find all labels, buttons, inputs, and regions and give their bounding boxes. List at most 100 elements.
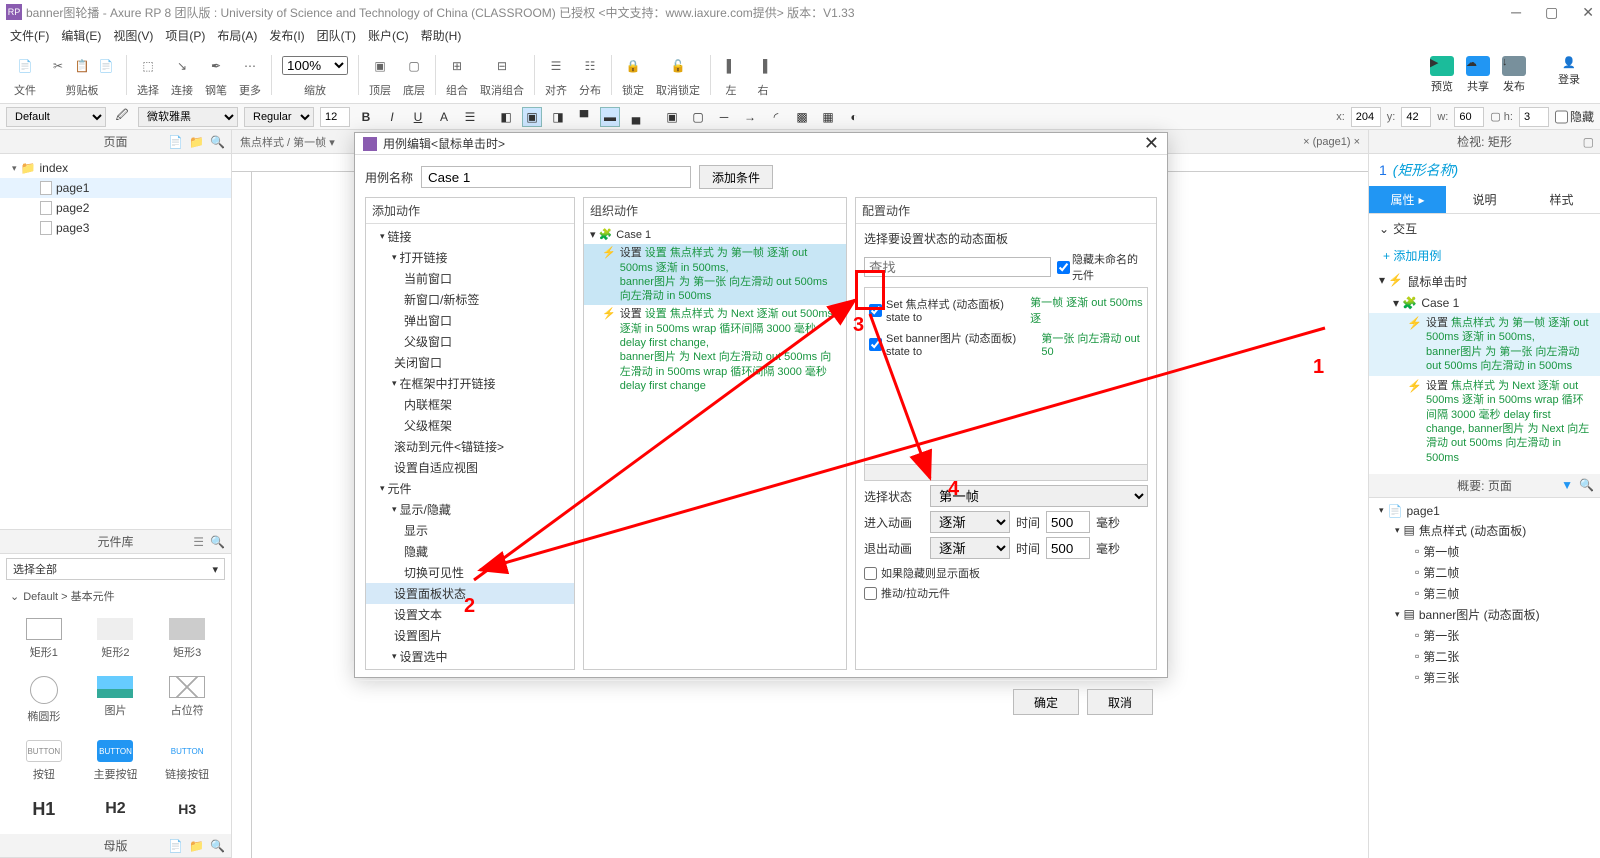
hidden-checkbox[interactable]	[1555, 107, 1568, 127]
group-icon[interactable]: ⊞	[447, 56, 467, 76]
lib-primary-button[interactable]: BUTTON主要按钮	[82, 734, 150, 788]
push-pull-checkbox[interactable]	[864, 587, 877, 600]
color-icon[interactable]: A	[434, 107, 454, 127]
outline-banner图片 (动态面板)[interactable]: ▾ ▤ banner图片 (动态面板)	[1369, 604, 1600, 625]
action-父级框架[interactable]: 父级框架	[366, 415, 574, 436]
action-在框架中打开链接[interactable]: ▾ 在框架中打开链接	[366, 373, 574, 394]
pen-icon[interactable]: ✒	[206, 56, 226, 76]
library-group[interactable]: ⌄Default > 基本元件	[0, 584, 231, 608]
action-切换可见性[interactable]: 切换可见性	[366, 562, 574, 583]
share-button[interactable]: ☁共享	[1466, 56, 1490, 94]
lib-button[interactable]: BUTTON按钮	[10, 734, 78, 788]
zoom-select[interactable]: 100%	[282, 56, 348, 75]
halign-left-icon[interactable]: ◧	[496, 107, 516, 127]
shadow1-icon[interactable]: ▩	[792, 107, 812, 127]
bold-icon[interactable]: B	[356, 107, 376, 127]
anim-in-time[interactable]	[1046, 511, 1090, 533]
select-icon[interactable]: ⬚	[138, 56, 158, 76]
paste-icon[interactable]: 📄	[96, 56, 116, 76]
inspect-collapse-icon[interactable]: ▢	[1583, 135, 1594, 149]
maximize-icon[interactable]: ▢	[1545, 4, 1558, 21]
border-icon[interactable]: ▢	[688, 107, 708, 127]
action-当前窗口[interactable]: 当前窗口	[366, 268, 574, 289]
lib-h3[interactable]: H3	[153, 792, 221, 830]
search-icon[interactable]: 🔍	[210, 135, 225, 149]
col2-action2[interactable]: ⚡设置 设置 焦点样式 为 Next 逐渐 out 500ms 逐渐 in 50…	[584, 305, 846, 395]
font-size-input[interactable]	[320, 107, 350, 127]
action-设置自适应视图[interactable]: 设置自适应视图	[366, 457, 574, 478]
minimize-icon[interactable]: ─	[1511, 4, 1521, 21]
corner-icon[interactable]: ◜	[766, 107, 786, 127]
shape-name[interactable]: 1(矩形名称)	[1369, 154, 1600, 186]
add-case-link[interactable]: + 添加用例	[1369, 243, 1600, 268]
action-设置文本[interactable]: 设置文本	[366, 604, 574, 625]
lib-image[interactable]: 图片	[82, 670, 150, 730]
outline-第二张[interactable]: ▫ 第二张	[1369, 646, 1600, 667]
lib-rect3[interactable]: 矩形3	[153, 612, 221, 666]
master-search-icon[interactable]: 🔍	[210, 839, 225, 853]
case-name-input[interactable]	[421, 166, 691, 188]
tab-style[interactable]: 样式	[1523, 186, 1600, 213]
ix-case[interactable]: ▾ 🧩Case 1	[1369, 293, 1600, 313]
weight-select[interactable]: Regular	[244, 107, 314, 127]
close-icon[interactable]: ✕	[1582, 4, 1594, 21]
bullets-icon[interactable]: ☰	[460, 107, 480, 127]
target-row-2[interactable]: Set banner图片 (动态面板) state to 第一张 向左滑动 ou…	[869, 328, 1143, 360]
front-icon[interactable]: ▣	[370, 56, 390, 76]
add-master-icon[interactable]: 📄	[168, 839, 183, 853]
tree-root[interactable]: ▾📁index	[0, 158, 231, 178]
outline-焦点样式 (动态面板)[interactable]: ▾ ▤ 焦点样式 (动态面板)	[1369, 520, 1600, 541]
outline-第三张[interactable]: ▫ 第三张	[1369, 667, 1600, 688]
menu-edit[interactable]: 编辑(E)	[57, 25, 105, 46]
copy-icon[interactable]: 📋	[72, 56, 92, 76]
ungroup-icon[interactable]: ⊟	[492, 56, 512, 76]
line-icon[interactable]: ─	[714, 107, 734, 127]
login-button[interactable]: 👤登录	[1558, 56, 1580, 94]
fill-icon[interactable]: ▣	[662, 107, 682, 127]
action-显示[interactable]: 显示	[366, 520, 574, 541]
select-state[interactable]: 第一帧	[930, 485, 1148, 507]
align-icon[interactable]: ☰	[546, 56, 566, 76]
action-父级窗口[interactable]: 父级窗口	[366, 331, 574, 352]
action-链接[interactable]: ▾ 链接	[366, 226, 574, 247]
opacity-icon[interactable]: ◐	[844, 107, 864, 127]
lib-menu-icon[interactable]: ☰	[193, 535, 204, 549]
action-新窗口/新标签[interactable]: 新窗口/新标签	[366, 289, 574, 310]
shadow2-icon[interactable]: ▦	[818, 107, 838, 127]
outline-第二帧[interactable]: ▫ 第二帧	[1369, 562, 1600, 583]
valign-bot-icon[interactable]: ▄	[626, 107, 646, 127]
h-input[interactable]	[1519, 107, 1549, 127]
show-if-hidden-checkbox[interactable]	[864, 567, 877, 580]
outline-第一张[interactable]: ▫ 第一张	[1369, 625, 1600, 646]
preview-button[interactable]: ▶预览	[1430, 56, 1454, 94]
dialog-close-icon[interactable]: ✕	[1144, 133, 1159, 154]
back-icon[interactable]: ▢	[404, 56, 424, 76]
action-设置选中[interactable]: ▾ 设置选中	[366, 646, 574, 667]
action-设置面板状态[interactable]: 设置面板状态	[366, 583, 574, 604]
target2-checkbox[interactable]	[869, 338, 882, 351]
hscroll[interactable]	[864, 465, 1148, 481]
lib-ellipse[interactable]: 椭圆形	[10, 670, 78, 730]
align-right-icon[interactable]: ▐	[753, 56, 773, 76]
publish-button[interactable]: ↓发布	[1502, 56, 1526, 94]
action-弹出窗口[interactable]: 弹出窗口	[366, 310, 574, 331]
valign-mid-icon[interactable]: ▬	[600, 107, 620, 127]
menu-publish[interactable]: 发布(I)	[265, 25, 308, 46]
lib-h2[interactable]: H2	[82, 792, 150, 830]
action-设置图片[interactable]: 设置图片	[366, 625, 574, 646]
style-preset-select[interactable]: Default	[6, 107, 106, 127]
halign-center-icon[interactable]: ▣	[522, 107, 542, 127]
anim-in-select[interactable]: 逐渐	[930, 511, 1010, 533]
action-元件[interactable]: ▾ 元件	[366, 478, 574, 499]
lib-link-button[interactable]: BUTTON链接按钮	[153, 734, 221, 788]
action-显示/隐藏[interactable]: ▾ 显示/隐藏	[366, 499, 574, 520]
valign-top-icon[interactable]: ▀	[574, 107, 594, 127]
menu-layout[interactable]: 布局(A)	[213, 25, 261, 46]
align-left-icon[interactable]: ▌	[721, 56, 741, 76]
font-select[interactable]: 微软雅黑	[138, 107, 238, 127]
unlock-icon[interactable]: 🔓	[668, 56, 688, 76]
italic-icon[interactable]: I	[382, 107, 402, 127]
tab-notes[interactable]: 说明	[1446, 186, 1523, 213]
menu-file[interactable]: 文件(F)	[6, 25, 53, 46]
lib-search-icon[interactable]: 🔍	[210, 535, 225, 549]
